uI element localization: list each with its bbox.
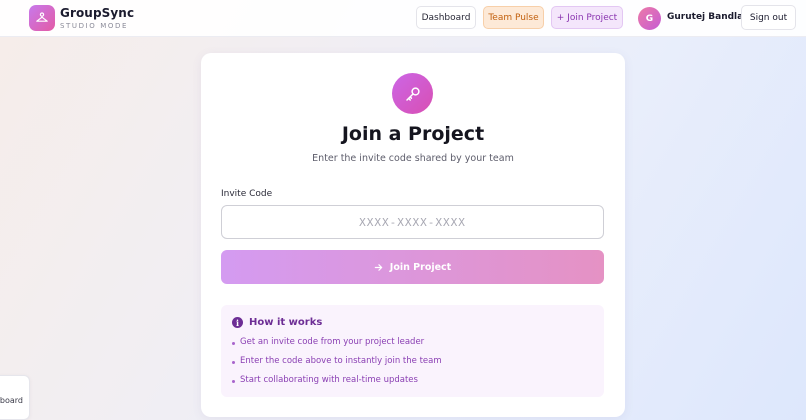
- how-it-works-title: How it works: [249, 317, 323, 328]
- brand-logo[interactable]: [29, 5, 55, 31]
- avatar[interactable]: G: [638, 7, 661, 30]
- brand-name[interactable]: GroupSync: [60, 6, 134, 20]
- nav-dashboard-button[interactable]: Dashboard: [416, 6, 476, 29]
- arrow-right-icon: [374, 263, 383, 271]
- list-item: Enter the code above to instantly join t…: [232, 356, 442, 375]
- sign-out-button[interactable]: Sign out: [741, 5, 796, 30]
- floating-dashboard-tab-label: ashboard: [0, 396, 23, 405]
- list-item: Get an invite code from your project lea…: [232, 337, 442, 356]
- invite-code-input[interactable]: [221, 205, 604, 239]
- top-navbar: GroupSync STUDIO MODE Dashboard Team Pul…: [0, 0, 806, 37]
- info-icon: i: [232, 317, 243, 328]
- user-name[interactable]: Gurutej Bandla: [667, 12, 743, 22]
- join-project-button[interactable]: Join Project: [221, 250, 604, 284]
- hanger-icon: [36, 12, 48, 22]
- how-it-works-list: Get an invite code from your project lea…: [232, 337, 442, 394]
- floating-dashboard-tab[interactable]: ashboard: [0, 375, 30, 420]
- list-item: Start collaborating with real-time updat…: [232, 375, 442, 394]
- invite-code-label: Invite Code: [221, 189, 273, 199]
- join-project-button-label: Join Project: [389, 261, 452, 273]
- how-it-works-panel: i How it works Get an invite code from y…: [221, 305, 604, 397]
- join-project-card: Join a Project Enter the invite code sha…: [201, 53, 625, 417]
- page-title: Join a Project: [341, 123, 485, 145]
- key-badge: [392, 73, 433, 114]
- key-icon: [405, 86, 420, 101]
- nav-join-project-button[interactable]: + Join Project: [551, 6, 623, 29]
- page-subtitle: Enter the invite code shared by your tea…: [312, 153, 514, 164]
- brand-subtitle: STUDIO MODE: [60, 22, 128, 30]
- nav-team-pulse-button[interactable]: Team Pulse: [483, 6, 544, 29]
